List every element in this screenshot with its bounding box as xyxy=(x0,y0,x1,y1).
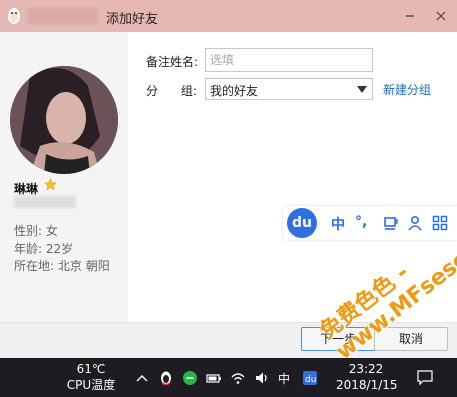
gender-label: 性别: xyxy=(14,224,43,238)
battery-icon[interactable] xyxy=(206,370,222,386)
chevron-up-icon[interactable] xyxy=(134,370,150,386)
ime-mode-toggle[interactable]: 中 xyxy=(331,214,345,234)
cpu-temp-value: 61℃ xyxy=(76,362,106,376)
group-label: 分 组: xyxy=(146,84,197,98)
gender-row: 性别: 女 xyxy=(14,222,58,239)
next-button[interactable]: 下一步 xyxy=(301,327,375,351)
clock[interactable]: 23:22 2018/1/15 xyxy=(336,361,398,393)
grid-menu-icon[interactable] xyxy=(432,215,448,231)
notification-icon[interactable] xyxy=(416,368,434,386)
group-select[interactable]: 我的好友 xyxy=(205,78,373,100)
new-group-link[interactable]: 新建分组 xyxy=(383,81,431,98)
baidu-tray-icon[interactable]: du xyxy=(302,370,318,386)
wifi-icon[interactable] xyxy=(230,370,246,386)
ime-punctuation-toggle[interactable]: °, xyxy=(355,214,367,230)
account-name-blurred xyxy=(28,8,98,24)
volume-icon[interactable] xyxy=(254,370,270,386)
dropdown-arrow-icon xyxy=(357,86,367,93)
close-button[interactable] xyxy=(431,6,451,26)
account-id-blurred xyxy=(14,196,76,208)
user-icon[interactable] xyxy=(407,215,423,231)
cancel-button[interactable]: 取消 xyxy=(374,327,448,351)
cpu-temp-label: CPU温度 xyxy=(66,378,116,392)
nickname: 琳琳 xyxy=(14,182,39,196)
close-icon xyxy=(436,11,446,21)
ime-skin-icon[interactable] xyxy=(383,215,399,231)
dialog-title: 添加好友 xyxy=(106,12,159,27)
cpu-temp-widget[interactable]: 61℃ CPU温度 xyxy=(66,361,116,393)
qq-penguin-icon xyxy=(8,8,20,24)
svg-text:du: du xyxy=(305,375,316,385)
clock-time: 23:22 xyxy=(348,362,384,376)
baidu-ime-logo[interactable]: du xyxy=(287,208,317,238)
location-row: 所在地: 北京 朝阳 xyxy=(14,257,110,274)
avatar xyxy=(10,66,118,174)
wechat-tray-icon[interactable] xyxy=(182,370,198,386)
minimize-icon xyxy=(406,15,414,17)
clock-date: 2018/1/15 xyxy=(336,378,398,392)
age-row: 年龄: 22岁 xyxy=(14,240,73,257)
ime-toolbar: du 中 °, xyxy=(283,206,457,240)
location-value: 北京 朝阳 xyxy=(57,259,110,273)
age-value: 22岁 xyxy=(45,242,74,256)
star-icon xyxy=(44,178,57,191)
remark-input[interactable] xyxy=(205,48,373,72)
age-label: 年龄: xyxy=(14,242,43,256)
ime-indicator[interactable]: 中 xyxy=(278,370,290,387)
taskbar: 61℃ CPU温度 中 du 23:22 2018/1/15 xyxy=(0,358,457,397)
location-label: 所在地: xyxy=(14,259,55,273)
avatar-photo xyxy=(10,66,118,174)
watermark-line-1: 免费色色 - xyxy=(315,260,414,345)
qq-tray-icon[interactable] xyxy=(158,370,174,386)
remark-label: 备注姓名: xyxy=(146,55,199,69)
gender-value: 女 xyxy=(45,224,58,238)
minimize-button[interactable] xyxy=(400,6,420,26)
group-selected-value: 我的好友 xyxy=(210,84,259,98)
title-bar: 添加好友 xyxy=(0,0,457,32)
